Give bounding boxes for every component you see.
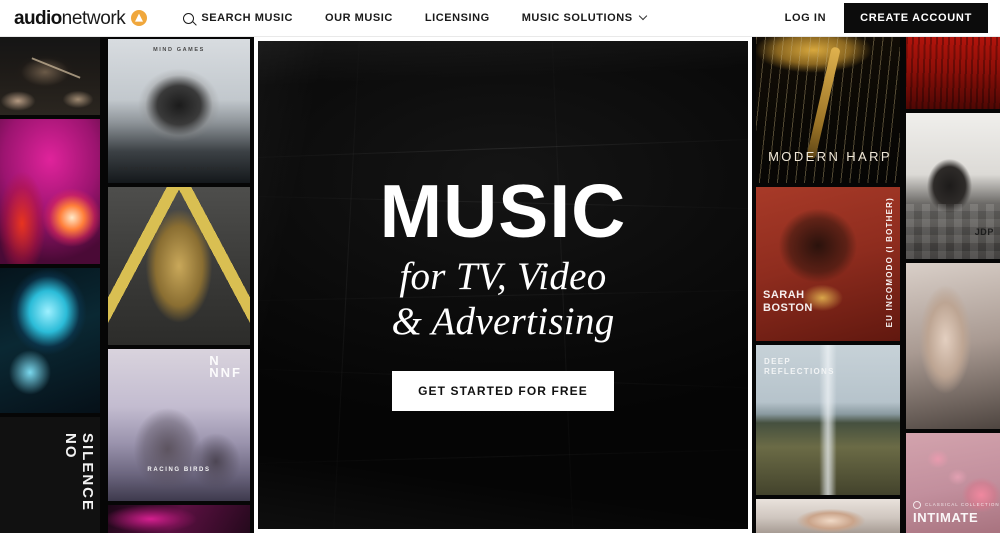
nnf-line-2: NNF — [209, 365, 242, 380]
album-artwork — [0, 37, 100, 115]
fabric-fold — [258, 137, 748, 161]
album-tile-birmingham[interactable] — [108, 187, 250, 345]
logo-text-primary: audio — [14, 7, 62, 29]
album-tile-silence-no[interactable]: SILENCE NO — [0, 417, 100, 533]
album-artwork — [906, 37, 1000, 109]
album-tile-deep-reflections[interactable]: DEEP REFLECTIONS — [756, 345, 900, 495]
nav-item-search-music[interactable]: SEARCH MUSIC — [183, 12, 293, 24]
album-artwork — [108, 505, 250, 533]
hero-panel: MUSIC for TV, Video & Advertising GET ST… — [254, 37, 752, 533]
album-artwork — [108, 187, 250, 345]
album-tile-soft-portrait[interactable] — [906, 263, 1000, 429]
album-artwork — [0, 417, 100, 533]
album-tile-sarah-boston[interactable]: SARAH BOSTON EU INCOMODO (I BOTHER) — [756, 187, 900, 341]
site-header: audio network SEARCH MUSIC OUR MUSIC LIC… — [0, 0, 1000, 37]
hero-subtitle-line-1: for TV, Video — [399, 255, 607, 298]
search-icon — [183, 12, 195, 24]
nav-label: OUR MUSIC — [324, 12, 393, 24]
album-tile-intimate[interactable]: CLASSICAL COLLECTION INTIMATE — [906, 433, 1000, 533]
album-tile-mind-games[interactable]: MIND GAMES JIM COPPERTHWAITE & JOSH BUCH… — [108, 39, 250, 183]
nav-item-our-music[interactable]: OUR MUSIC — [325, 12, 393, 24]
album-tile-magenta-nebula[interactable] — [0, 119, 100, 264]
album-artwork — [0, 268, 100, 413]
album-artwork — [756, 345, 900, 495]
logo-text-secondary: network — [61, 7, 126, 29]
album-tile-racing-birds[interactable]: N NNF RACING BIRDS — [108, 349, 250, 501]
album-tile-bottom-face[interactable] — [756, 499, 900, 533]
collection-label: CLASSICAL COLLECTION — [925, 502, 1000, 508]
chevron-down-icon — [638, 11, 647, 21]
hero-title: MUSIC — [379, 169, 627, 253]
page-root: SILENCE NO MIND GAMES JIM COPPERTHWAITE … — [0, 0, 1000, 533]
log-in-link[interactable]: LOG IN — [785, 12, 827, 24]
album-artwork — [906, 433, 1000, 533]
album-tile-jdp[interactable]: JDP — [906, 113, 1000, 259]
nav-item-music-solutions[interactable]: MUSIC SOLUTIONS — [521, 11, 647, 24]
album-artwork — [756, 187, 900, 341]
album-tile-orchestra[interactable] — [0, 37, 100, 115]
nav-label: SEARCH MUSIC — [201, 12, 293, 24]
header-actions: LOG IN CREATE ACCOUNT — [785, 3, 988, 33]
triangle-in-circle-logo-mark-icon — [131, 10, 148, 26]
nav-label: MUSIC SOLUTIONS — [521, 12, 633, 24]
album-artwork — [756, 37, 900, 183]
album-artwork — [756, 499, 900, 533]
hero-content: MUSIC for TV, Video & Advertising GET ST… — [258, 171, 748, 411]
album-tile-red-abstract[interactable] — [906, 37, 1000, 109]
album-tile-purple-bottom[interactable] — [108, 505, 250, 533]
nav-label: LICENSING — [424, 12, 490, 24]
album-artist-mark: N NNF — [209, 354, 242, 380]
collection-ring-icon — [913, 501, 921, 509]
site-logo[interactable]: audio network — [14, 7, 148, 29]
album-artwork — [108, 39, 250, 183]
hero-subtitle-line-2: & Advertising — [391, 300, 615, 343]
album-tile-modern-harp[interactable]: MODERN HARP — [756, 37, 900, 183]
create-account-button[interactable]: CREATE ACCOUNT — [844, 3, 988, 33]
main-navigation: SEARCH MUSIC OUR MUSIC LICENSING MUSIC S… — [183, 11, 647, 24]
classical-collection-badge: CLASSICAL COLLECTION — [913, 501, 1000, 509]
get-started-button[interactable]: GET STARTED FOR FREE — [392, 371, 614, 411]
hero-backdrop: MUSIC for TV, Video & Advertising GET ST… — [258, 41, 748, 529]
nav-item-licensing[interactable]: LICENSING — [425, 12, 490, 24]
album-artwork — [906, 113, 1000, 259]
fabric-fold — [258, 447, 748, 466]
album-artwork — [0, 119, 100, 264]
album-artwork — [906, 263, 1000, 429]
album-tile-cyan-statue[interactable] — [0, 268, 100, 413]
